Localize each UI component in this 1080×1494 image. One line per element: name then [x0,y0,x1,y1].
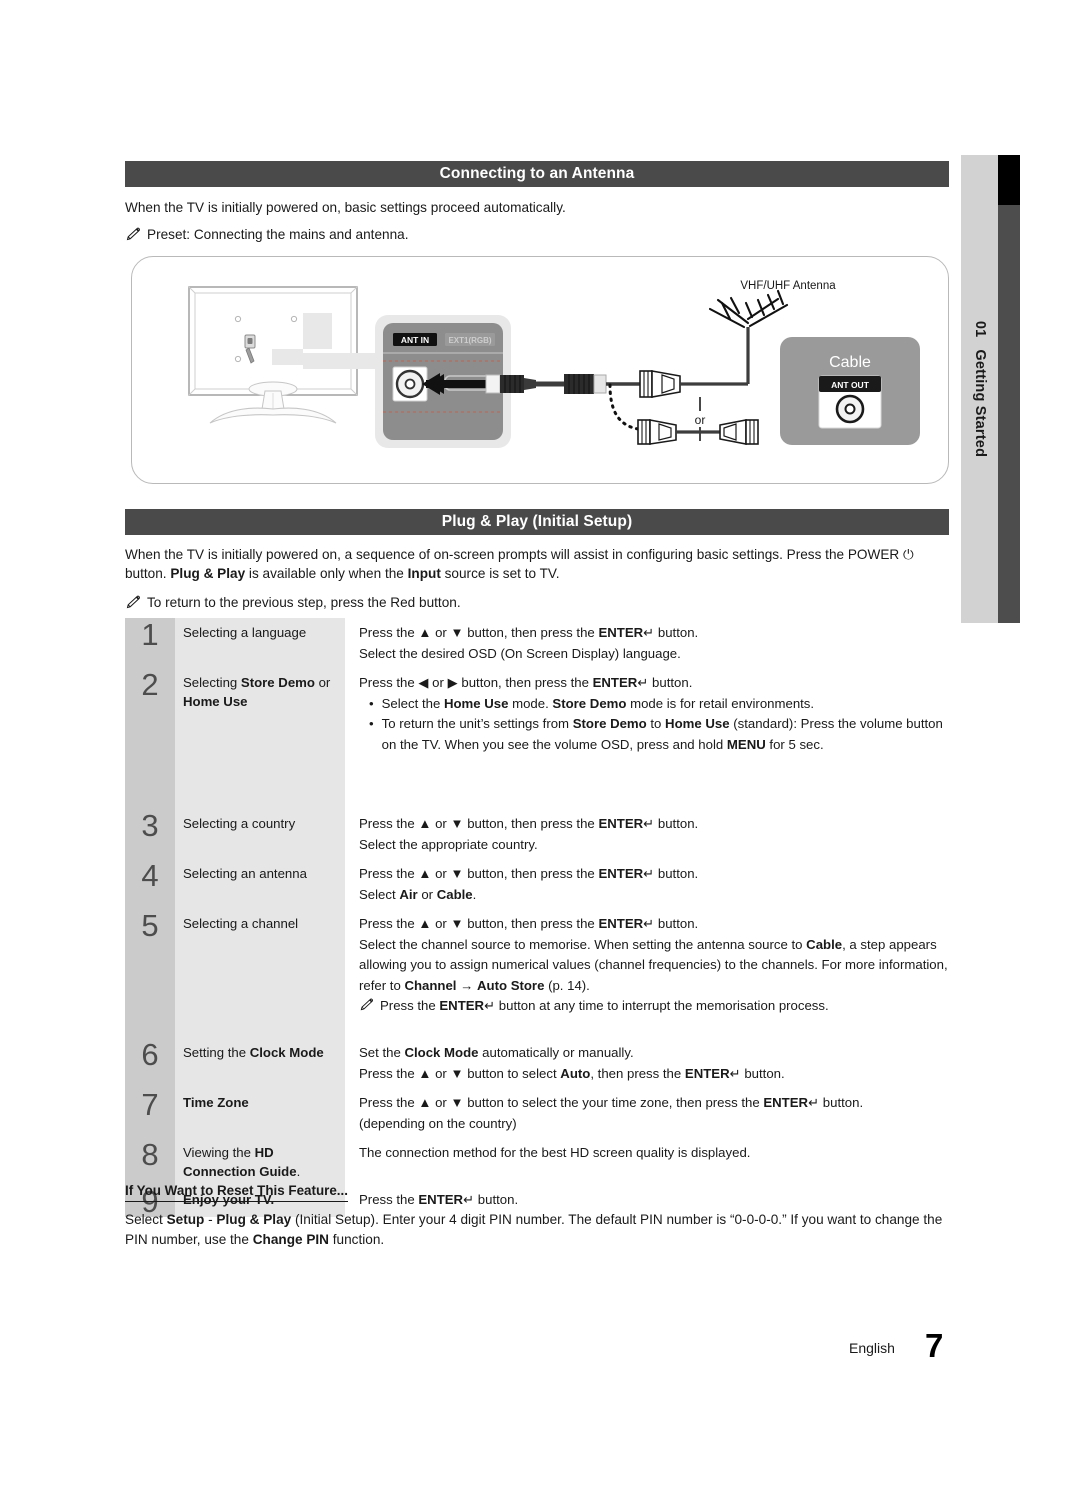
side-tab-number: 01 [971,320,988,338]
footer-page-number: 7 [925,1327,944,1364]
step-description: Press the ▲ or ▼ button, then press the … [345,859,949,909]
pencil-note-icon [125,226,141,247]
step-text-line: Press the ▲ or ▼ button, then press the … [359,866,699,881]
pencil-note-icon [359,997,374,1019]
bullet-glyph: • [369,695,374,711]
side-tab-getting-started: 01 Getting Started [961,155,998,623]
step-description: The connection method for the best HD sc… [345,1138,949,1185]
vhf-uhf-antenna-label: VHF/UHF Antenna [740,280,836,292]
step-text-line: Select the appropriate country. [359,836,538,852]
tv-illustration [188,286,379,424]
step-number: 1 [125,618,175,668]
step-text-line: Press the ▲ or ▼ button, then press the … [359,916,699,931]
plug-play-intro-paragraph: When the TV is initially powered on, a s… [125,547,914,581]
side-bar-black-marker [998,155,1020,205]
f-connector-upper [639,370,748,398]
step-description: Press the ▲ or ▼ button, then press the … [345,809,949,859]
plug-play-note: To return to the previous step, press th… [125,593,945,615]
bullet-glyph: • [369,716,374,731]
step-description: Set the Clock Mode automatically or manu… [345,1038,949,1088]
step-description: Press the ▲ or ▼ button to select the yo… [345,1088,949,1138]
step-label: Setting the Clock Mode [175,1038,345,1088]
section-heading-plug-play: Plug & Play (Initial Setup) [125,509,949,535]
step-row: 6 Setting the Clock Mode Set the Clock Mod… [125,1038,949,1088]
step-bullet-text: Select the Home Use mode. Store Demo mod… [381,695,815,711]
step-row: 8 Viewing the HD Connection Guide. The con… [125,1138,949,1185]
setup-steps-table: 1 Selecting a language Press the ▲ or ▼ bu… [125,618,949,1217]
reset-feature-title-text: If You Want to Reset This Feature... [125,1183,348,1198]
cable-box-title: Cable [829,354,871,371]
step-description: Press the ▲ or ▼ button, then press the … [345,909,949,1038]
step-number: 3 [125,809,175,859]
step-number: 5 [125,909,175,1038]
step-row: 5 Selecting a channel Press the ▲ or ▼ but… [125,909,949,1038]
reset-feature-body: Select Setup - Plug & Play (Initial Setu… [125,1212,943,1247]
step-number: 2 [125,668,175,809]
step-text-line: Select the desired OSD (On Screen Displa… [359,645,681,661]
step-text-line: Select the channel source to memorise. W… [359,936,948,993]
step-note-text: Press the ENTER↵ button at any time to i… [380,998,829,1013]
ant-in-label: ANT IN [401,335,429,345]
step-row: 2 Selecting Store Demo or Home Use Press t… [125,668,949,809]
antenna-note-text: Preset: Connecting the mains and antenna… [147,227,409,242]
footer-language: English [849,1340,895,1356]
side-bar-dark [998,155,1020,623]
or-divider: or [695,397,706,441]
step-label: Selecting an antenna [175,859,345,909]
step-text-line: Press the ◀ or ▶ button, then press the … [359,675,693,690]
side-tab-text: 01 Getting Started [972,321,988,457]
step-text-line: (depending on the country) [359,1115,517,1131]
step-row: 7 Time Zone Press the ▲ or ▼ button to sel… [125,1088,949,1138]
step-label: Viewing the HD Connection Guide. [175,1138,345,1185]
step-row: 1 Selecting a language Press the ▲ or ▼ bu… [125,618,949,668]
ant-out-label: ANT OUT [831,380,870,390]
step-number: 4 [125,859,175,909]
side-tab-label: Getting Started [971,349,988,458]
antenna-connection-diagram: ANT IN EXT1(RGB) or VHF/UHF Antenna Cabl… [131,256,949,484]
step-label: Selecting a channel [175,909,345,1038]
section-heading-plug-play-text: Plug & Play (Initial Setup) [441,513,633,530]
step-label: Time Zone [175,1088,345,1138]
step-bullet-item: • Select the Home Use mode. Store Demo mo… [359,694,949,715]
step-row: 3 Selecting a country Press the ▲ or ▼ but… [125,809,949,859]
step-text-line: Press the ▲ or ▼ button, then press the … [359,625,699,640]
cable-box: Cable ANT OUT [780,337,920,445]
manual-page: 01 Getting Started Connecting to an Anten… [0,0,1080,1494]
step-row: 4 Selecting an antenna Press the ▲ or ▼ bu… [125,859,949,909]
step-description: Press the ◀ or ▶ button, then press the … [345,668,949,809]
plug-play-note-text: To return to the previous step, press th… [147,595,461,610]
section-heading-antenna-text: Connecting to an Antenna [439,165,635,182]
step-text-line: Press the ▲ or ▼ button, then press the … [359,816,699,831]
step-label: Selecting Store Demo or Home Use [175,668,345,809]
section-heading-antenna: Connecting to an Antenna [125,161,949,187]
ext1-rgb-label: EXT1(RGB) [448,336,491,345]
step-text-line: Press the ENTER↵ button. [359,1192,519,1207]
step-label: Selecting a language [175,618,345,668]
pencil-note-icon [125,594,141,615]
step-text-line: Press the ▲ or ▼ button to select Auto, … [359,1065,785,1081]
step-text-line: The connection method for the best HD sc… [359,1145,751,1160]
step-text-line: Press the ▲ or ▼ button to select the yo… [359,1095,864,1110]
step-bullet-item: • To return the unit’s settings from Stor… [359,714,949,755]
antenna-note: Preset: Connecting the mains and antenna… [125,225,945,247]
reset-feature-title: If You Want to Reset This Feature... [125,1183,348,1202]
or-label: or [695,413,706,427]
antenna-intro-text: When the TV is initially powered on, bas… [125,200,566,215]
step-note: Press the ENTER↵ button at any time to i… [359,996,949,1019]
step-bullet-text: To return the unit’s settings from Store… [381,716,943,752]
antenna-diagram-svg: ANT IN EXT1(RGB) or VHF/UHF Antenna Cabl… [188,280,920,448]
step-number: 7 [125,1088,175,1138]
step-label: Selecting a country [175,809,345,859]
step-number: 8 [125,1138,175,1185]
antenna-intro-paragraph: When the TV is initially powered on, bas… [125,198,945,217]
step-description: Press the ▲ or ▼ button, then press the … [345,618,949,668]
step-text-line: Set the Clock Mode automatically or manu… [359,1045,634,1060]
step-number: 6 [125,1038,175,1088]
step-text-line: Select Air or Cable. [359,886,477,902]
